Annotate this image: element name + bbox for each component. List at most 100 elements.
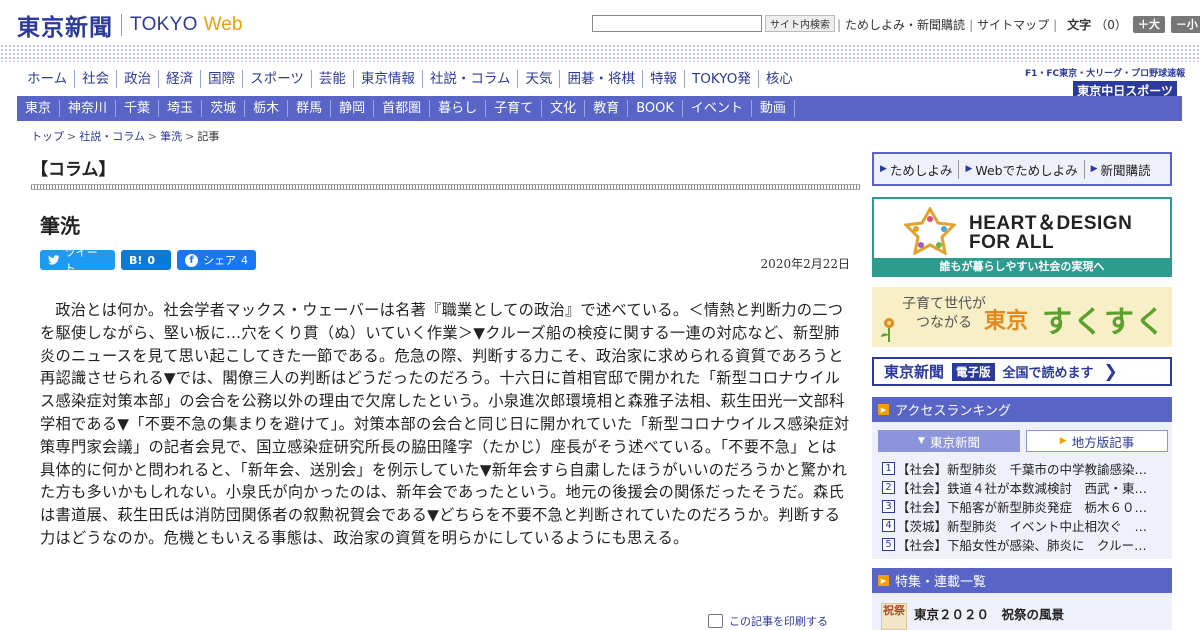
ranking-number: 1 — [882, 462, 895, 475]
ranking-item[interactable]: 2 【社会】鉄道４社が本数減検討 西武・東… — [882, 478, 1167, 497]
sitemap-link[interactable]: サイトマップ — [977, 16, 1049, 33]
main-nav: ホーム 社会 政治 経済 国際 スポーツ 芸能 東京情報 社説・コラム 天気 囲碁・将棋 特報 TOKY… — [20, 70, 800, 88]
facebook-share-button[interactable]: f シェア 4 — [177, 250, 256, 270]
triangle-right-icon: ▶ — [880, 164, 887, 174]
share-bar: ツイート B! 0 f シェア 4 — [40, 246, 256, 275]
twitter-bird-icon — [48, 255, 60, 265]
main-nav-item[interactable]: 核心 — [759, 70, 800, 88]
trial-subscribe-link[interactable]: ためしよみ・新聞購読 — [845, 16, 965, 33]
feature-item-title[interactable]: 東京２０２０ 祝祭の風景 — [914, 604, 1064, 623]
triangle-right-icon: ▶ — [878, 575, 889, 586]
regional-nav-item[interactable]: 千葉 — [116, 100, 160, 117]
regional-nav-item[interactable]: 子育て — [486, 100, 543, 117]
trial-link-label: ためしよみ — [889, 162, 953, 178]
tab-local-articles[interactable]: ▶ 地方版記事 — [1026, 430, 1168, 452]
breadcrumb-separator: > — [147, 130, 158, 143]
subscription-links: ▶ ためしよみ ▶ Webでためしよみ ▶ 新聞購読 — [872, 152, 1172, 186]
regional-nav-item[interactable]: 暮らし — [430, 100, 487, 117]
ranking-item[interactable]: 3 【社会】下船客が新型肺炎発症 栃木６０… — [882, 497, 1167, 516]
main-nav-item[interactable]: 政治 — [117, 70, 160, 88]
ranking-item[interactable]: 4 【茨城】新型肺炎 イベント中止相次ぐ … — [882, 516, 1167, 535]
breadcrumb: トップ > 社説・コラム > 筆洗 > 記事 — [31, 128, 219, 144]
tab-local-articles-label: 地方版記事 — [1071, 434, 1135, 450]
ranking-headline: 【社会】新型肺炎 千葉市の中学教諭感染… — [897, 462, 1148, 477]
font-smaller-button[interactable]: －小 — [1170, 16, 1200, 33]
subscribe-link[interactable]: ▶ 新聞購読 — [1085, 160, 1157, 179]
font-larger-button[interactable]: ＋大 — [1132, 16, 1165, 33]
regional-nav-item[interactable]: 教育 — [585, 100, 629, 117]
sukusuku-tagline-line1: 子育て世代が — [902, 296, 986, 312]
logo-web-text: Web — [203, 14, 243, 35]
site-search-button[interactable]: サイト内検索 — [765, 15, 835, 32]
heart-design-caption: 誰もが暮らしやすい社会の実現へ — [874, 258, 1170, 275]
tweet-label: ツイート — [64, 246, 98, 275]
regional-nav-item[interactable]: BOOK — [628, 100, 683, 117]
tab-tokyo-shimbun[interactable]: ▼ 東京新聞 — [878, 430, 1020, 452]
regional-nav-item[interactable]: 動画 — [752, 100, 795, 117]
breadcrumb-editorial[interactable]: 社説・コラム — [79, 130, 145, 143]
header-dot-divider — [0, 44, 1200, 62]
tab-tokyo-shimbun-label: 東京新聞 — [929, 434, 980, 450]
ranking-item[interactable]: 1 【社会】新型肺炎 千葉市の中学教諭感染… — [882, 459, 1167, 478]
chunichi-sports-tagline: F1・FC東京・大リーグ・プロ野球速報 — [1025, 69, 1186, 79]
regional-nav-item[interactable]: 東京 — [17, 100, 61, 117]
chunichi-sports-link[interactable]: F1・FC東京・大リーグ・プロ野球速報 東京中日スポーツ — [1025, 66, 1186, 100]
regional-nav-item[interactable]: 茨城 — [202, 100, 246, 117]
breadcrumb-hissen[interactable]: 筆洗 — [160, 130, 182, 143]
trial-link[interactable]: ▶ ためしよみ — [874, 159, 960, 179]
site-search-input[interactable] — [592, 15, 762, 32]
heart-design-banner[interactable]: HEART＆DESIGN FOR ALL 誰もが暮らしやすい社会の実現へ — [872, 197, 1172, 277]
regional-nav-item[interactable]: 栃木 — [245, 100, 289, 117]
main-nav-item[interactable]: 囲碁・将棋 — [560, 70, 643, 88]
triangle-right-icon: ▶ — [965, 164, 973, 174]
sukusuku-title: すくすく — [1042, 305, 1166, 340]
print-article-link[interactable]: この記事を印刷する — [708, 613, 828, 629]
main-nav-item[interactable]: 天気 — [518, 70, 561, 88]
regional-nav-item[interactable]: 埼玉 — [159, 100, 203, 117]
main-nav-item[interactable]: TOKYO発 — [685, 70, 759, 88]
breadcrumb-top[interactable]: トップ — [31, 130, 64, 143]
divider: | — [1053, 17, 1058, 32]
main-nav-item[interactable]: 芸能 — [312, 70, 354, 88]
web-trial-link-label: Webでためしよみ — [975, 162, 1078, 178]
features-header: ▶ 特集・連載一覧 — [872, 568, 1172, 593]
triangle-down-icon: ▼ — [918, 436, 925, 446]
ranking-headline: 【社会】鉄道４社が本数減検討 西武・東… — [897, 481, 1148, 496]
breadcrumb-separator: > — [185, 130, 195, 143]
facebook-icon: f — [185, 253, 198, 267]
main-nav-item[interactable]: 社説・コラム — [423, 70, 519, 88]
header-links: | ためしよみ・新聞購読 | サイトマップ | 文字 （0） ＋大 －小 — [833, 16, 1200, 33]
site-logo[interactable]: 東京新聞 TOKYO Web — [17, 8, 242, 42]
regional-nav-item[interactable]: 首都圏 — [374, 100, 431, 117]
article-title: 筆洗 — [40, 214, 80, 238]
feature-thumbnail[interactable]: 祝祭 — [881, 603, 907, 630]
features-title: 特集・連載一覧 — [895, 575, 987, 590]
main-nav-item[interactable]: 国際 — [201, 70, 244, 88]
ranking-tabs: ▼ 東京新聞 ▶ 地方版記事 — [878, 430, 1168, 452]
triangle-right-icon: ▶ — [1090, 164, 1098, 174]
font-size-count: （0） — [1095, 18, 1127, 32]
features-box: ▶ 特集・連載一覧 祝祭 東京２０２０ 祝祭の風景 — [872, 568, 1172, 630]
main-nav-item[interactable]: 経済 — [159, 70, 202, 88]
main-nav-item[interactable]: スポーツ — [243, 70, 312, 88]
regional-nav-item[interactable]: イベント — [683, 100, 752, 117]
regional-nav-item[interactable]: 神奈川 — [60, 100, 117, 117]
digital-edition-banner[interactable]: 東京新聞 電子版 全国で読めます ❯ — [872, 357, 1172, 386]
main-nav-item[interactable]: 東京情報 — [354, 70, 423, 88]
printer-icon — [708, 614, 723, 628]
web-trial-link[interactable]: ▶ Webでためしよみ — [959, 159, 1085, 179]
regional-nav-item[interactable]: 静岡 — [331, 100, 375, 117]
main-nav-item[interactable]: ホーム — [20, 70, 76, 88]
tweet-button[interactable]: ツイート — [40, 246, 115, 275]
main-nav-item[interactable]: 社会 — [75, 70, 118, 88]
hatena-bookmark-button[interactable]: B! 0 — [121, 250, 171, 270]
divider: | — [969, 17, 974, 32]
ranking-headline: 【社会】下船女性が感染、肺炎に クルー… — [897, 538, 1147, 553]
hatena-count: 0 — [147, 253, 156, 267]
regional-nav-item[interactable]: 文化 — [542, 100, 586, 117]
sukusuku-banner[interactable]: 子育て世代が つながる 東京 すくすく — [872, 287, 1172, 347]
logo-tokyo-shimbun: 東京新聞 — [17, 14, 113, 41]
ranking-item[interactable]: 5 【社会】下船女性が感染、肺炎に クルー… — [882, 535, 1167, 554]
regional-nav-item[interactable]: 群馬 — [288, 100, 332, 117]
main-nav-item[interactable]: 特報 — [643, 70, 685, 88]
